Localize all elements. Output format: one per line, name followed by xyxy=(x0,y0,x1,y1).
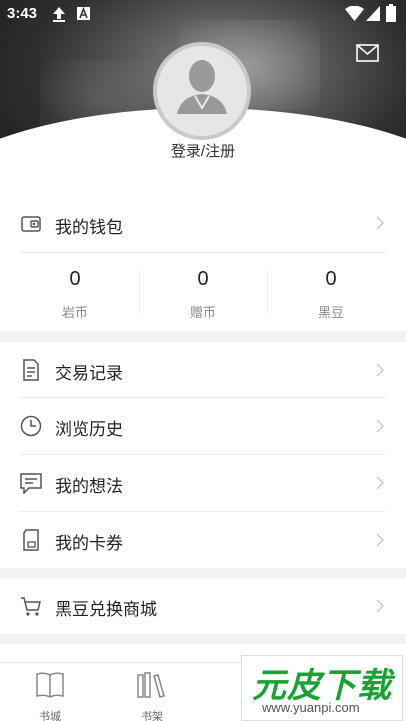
menu-item-label: 我的想法 xyxy=(55,477,123,496)
status-time: 3:43 xyxy=(7,5,38,22)
mail-icon[interactable] xyxy=(356,44,379,62)
avatar[interactable] xyxy=(153,42,251,140)
bookshelf-icon xyxy=(137,672,165,698)
default-user-icon xyxy=(177,60,227,114)
divider xyxy=(20,252,386,253)
battery-icon xyxy=(386,4,396,22)
store-label: 黑豆兑换商城 xyxy=(55,600,157,619)
upload-icon xyxy=(53,7,65,22)
stat-label: 赠币 xyxy=(189,305,216,320)
clock-icon xyxy=(20,415,42,437)
stat-value: 0 xyxy=(197,268,209,290)
menu-section: 交易记录 浏览历史 我的想法 我的卡券 xyxy=(0,342,406,568)
menu-item-store[interactable]: 黑豆兑换商城 xyxy=(0,578,406,634)
notification-a-icon xyxy=(77,7,90,20)
menu-item-history[interactable]: 浏览历史 xyxy=(0,398,406,454)
cart-icon xyxy=(21,597,41,616)
menu-item-transactions[interactable]: 交易记录 xyxy=(0,342,406,398)
wallet-stat-yanbi[interactable]: 0 岩币 xyxy=(10,268,140,321)
wallet-section: 我的钱包 0 岩币 0 赠币 0 黑豆 xyxy=(0,190,406,331)
stat-value: 0 xyxy=(325,268,337,290)
wallet-icon xyxy=(21,216,41,232)
stat-value: 0 xyxy=(69,268,81,290)
chevron-right-icon xyxy=(376,599,384,613)
wallet-stat-heidou[interactable]: 0 黑豆 xyxy=(266,268,396,321)
tab-label: 书架 xyxy=(141,711,163,721)
wallet-row[interactable]: 我的钱包 xyxy=(0,196,406,252)
book-icon xyxy=(36,672,64,698)
login-register-link[interactable]: 登录/注册 xyxy=(0,140,406,161)
menu-item-label: 交易记录 xyxy=(55,364,123,383)
store-section: 黑豆兑换商城 xyxy=(0,578,406,634)
stat-label: 岩币 xyxy=(61,305,88,320)
tab-label: 书城 xyxy=(39,711,61,721)
chevron-right-icon xyxy=(376,216,384,230)
signal-icon xyxy=(366,6,380,21)
wifi-icon xyxy=(345,6,364,21)
status-bar: 3:43 xyxy=(0,0,406,28)
watermark: 元皮下载 www.yuanpi.com xyxy=(241,655,403,721)
menu-item-coupons[interactable]: 我的卡券 xyxy=(0,512,406,568)
watermark-url: www.yuanpi.com xyxy=(262,700,360,715)
receipt-icon xyxy=(23,359,39,381)
menu-item-label: 浏览历史 xyxy=(55,420,123,439)
tab-bookstore[interactable]: 书城 xyxy=(20,671,80,721)
menu-item-thoughts[interactable]: 我的想法 xyxy=(0,455,406,511)
stat-label: 黑豆 xyxy=(317,305,344,320)
menu-item-label: 我的卡券 xyxy=(55,534,123,553)
chevron-right-icon xyxy=(376,363,384,377)
chevron-right-icon xyxy=(376,533,384,547)
comment-icon xyxy=(20,473,42,494)
card-icon xyxy=(23,529,39,551)
wallet-title: 我的钱包 xyxy=(55,218,123,237)
wallet-stat-zengbi[interactable]: 0 赠币 xyxy=(138,268,268,321)
chevron-right-icon xyxy=(376,476,384,490)
chevron-right-icon xyxy=(376,419,384,433)
tab-bookshelf[interactable]: 书架 xyxy=(122,671,182,721)
